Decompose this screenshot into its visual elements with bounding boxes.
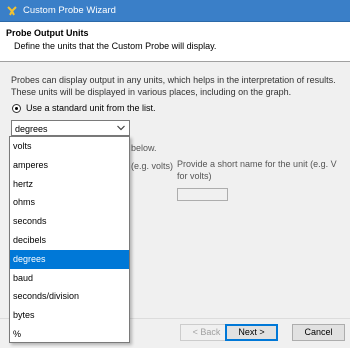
standard-unit-radio[interactable]: Use a standard unit from the list. xyxy=(12,102,156,114)
unit-dropdown-list[interactable]: volts amperes hertz ohms seconds decibels degr… xyxy=(9,136,130,343)
unit-example-text-partial: (e.g. volts) xyxy=(131,161,174,171)
cancel-button[interactable]: Cancel xyxy=(292,324,345,341)
chevron-down-icon[interactable] xyxy=(117,125,125,131)
dropdown-option[interactable]: seconds xyxy=(10,212,129,231)
next-button[interactable]: Next > xyxy=(225,324,278,341)
dropdown-option[interactable]: seconds/division xyxy=(10,287,129,306)
short-name-label-line2: for volts) xyxy=(177,171,212,181)
custom-unit-text-partial: below. xyxy=(131,143,157,153)
dropdown-option[interactable]: volts xyxy=(10,137,129,156)
radio-selected-icon[interactable] xyxy=(12,103,21,113)
dropdown-option[interactable]: % xyxy=(10,325,129,344)
standard-unit-radio-label: Use a standard unit from the list. xyxy=(26,103,156,113)
unit-combobox[interactable]: degrees xyxy=(11,120,130,136)
short-name-input[interactable] xyxy=(177,188,228,201)
title-bar: Custom Probe Wizard xyxy=(0,0,350,22)
description-text: Probes can display output in any units, … xyxy=(11,75,336,97)
dropdown-option[interactable]: hertz xyxy=(10,175,129,194)
dropdown-option[interactable]: ohms xyxy=(10,193,129,212)
page-title: Probe Output Units xyxy=(6,28,89,38)
dropdown-option[interactable]: baud xyxy=(10,269,129,288)
window-title: Custom Probe Wizard xyxy=(23,5,116,16)
dropdown-option[interactable]: amperes xyxy=(10,156,129,175)
unit-combobox-value: degrees xyxy=(15,124,48,134)
dropdown-option[interactable]: degrees xyxy=(10,249,129,269)
dropdown-option[interactable]: bytes xyxy=(10,306,129,325)
wizard-header: Probe Output Units Define the units that… xyxy=(0,22,350,62)
page-subtitle: Define the units that the Custom Probe w… xyxy=(14,41,217,51)
short-name-label-line1: Provide a short name for the unit (e.g. … xyxy=(177,159,337,169)
dropdown-option[interactable]: decibels xyxy=(10,231,129,250)
probe-wizard-icon xyxy=(7,6,17,16)
